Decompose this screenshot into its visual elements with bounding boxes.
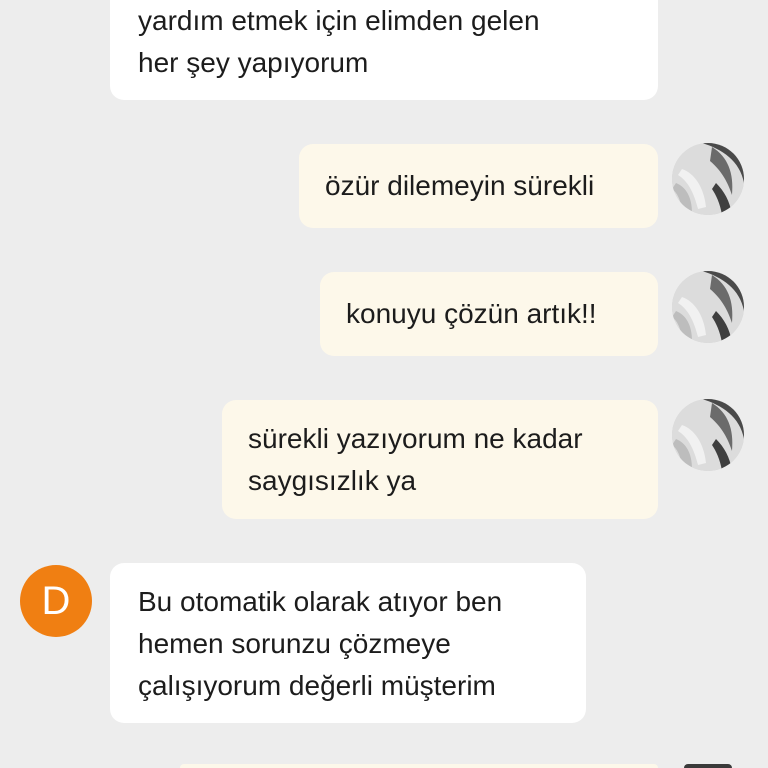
message-line: özür dilemeyin sürekli [325, 170, 595, 201]
user-message-bubble[interactable]: sürekli yazıyorum ne kadar saygısızlık y… [222, 400, 658, 519]
user-avatar-icon[interactable] [672, 271, 744, 343]
agent-message-bubble[interactable]: Bu otomatik olarak atıyor ben hemen soru… [110, 563, 586, 723]
message-line: Bu otomatik olarak atıyor ben [138, 586, 503, 617]
message-line: çalışıyorum değerli müşterim [138, 670, 496, 701]
agent-message-bubble[interactable]: yardım etmek için elimden gelen her şey … [110, 0, 658, 100]
message-line: hemen sorunzu çözmeye [138, 628, 451, 659]
user-avatar-icon-partial [684, 764, 732, 768]
message-line: konuyu çözün artık!! [346, 298, 597, 329]
chat-thread: yardım etmek için elimden gelen her şey … [0, 0, 768, 768]
user-message-bubble[interactable]: özür dilemeyin sürekli [299, 144, 658, 228]
agent-avatar-icon[interactable]: D [20, 565, 92, 637]
user-avatar-icon[interactable] [672, 143, 744, 215]
message-line: saygısızlık ya [248, 465, 417, 496]
message-line: her şey yapıyorum [138, 47, 369, 78]
message-line: sürekli yazıyorum ne kadar [248, 423, 583, 454]
user-avatar-icon[interactable] [672, 399, 744, 471]
message-line: yardım etmek için elimden gelen [138, 5, 540, 36]
user-message-bubble[interactable]: konuyu çözün artık!! [320, 272, 658, 356]
user-message-bubble-partial[interactable] [180, 764, 658, 768]
